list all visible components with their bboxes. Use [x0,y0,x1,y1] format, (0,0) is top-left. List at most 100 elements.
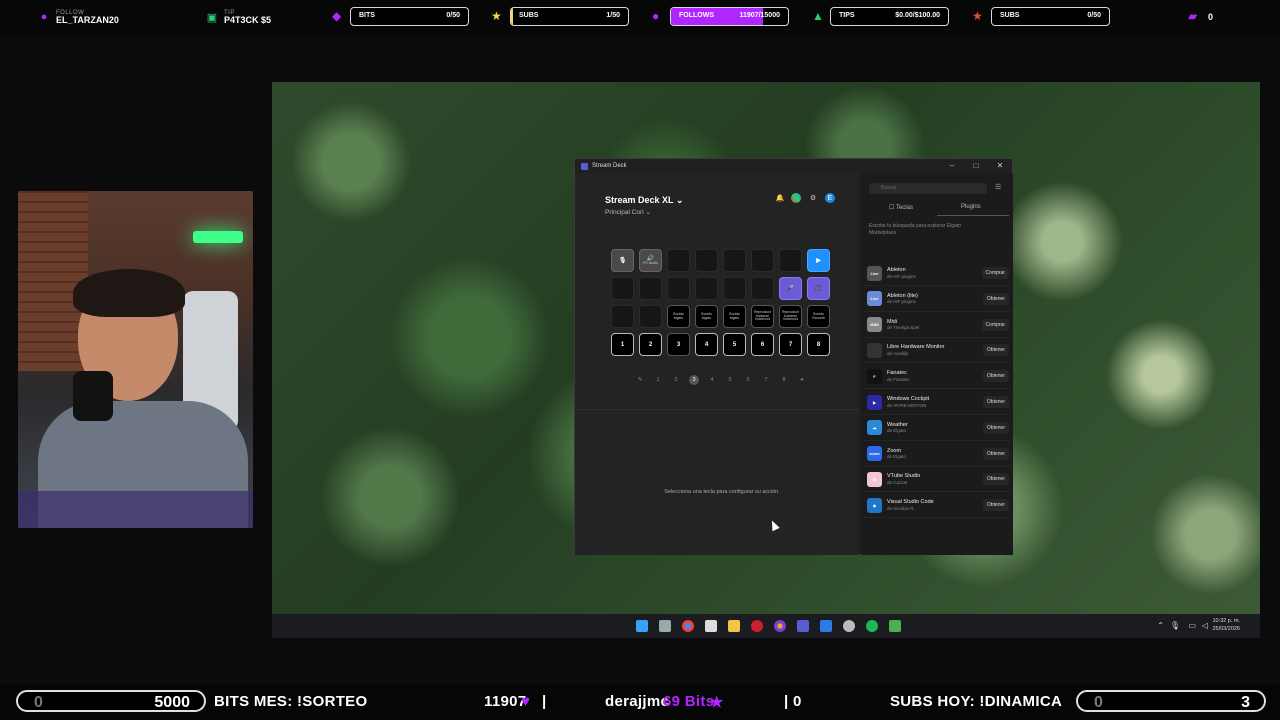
plugin-action-button[interactable]: Obtener [982,344,1009,357]
maximize-button[interactable]: □ [970,161,982,170]
key-sound[interactable]: Sonido elgato [723,305,746,328]
plugin-author: de moeilijk [887,350,909,356]
key-empty[interactable] [667,277,690,300]
profile-selector[interactable]: Principal Cori ⌄ [605,208,651,216]
start-icon[interactable] [636,620,648,632]
plugin-action-button[interactable]: Obtener [982,292,1009,305]
key-empty[interactable] [667,249,690,272]
clock-time: 10:32 p. m. [1212,618,1240,624]
tab-plugins[interactable]: Plugins [961,204,981,210]
key-number[interactable]: 3 [667,333,690,356]
page-button[interactable]: 5 [725,377,735,383]
app-icon[interactable] [889,620,901,632]
volume-icon[interactable]: ◁ [1202,621,1208,630]
plugin-row[interactable]: ◆ Visual Studio Code de Nicollas R. Obtener [863,493,1011,519]
key-number[interactable]: 1 [611,333,634,356]
key-voicemod[interactable]: Reproducir buclarse Voicemod [751,305,774,328]
key-mic[interactable]: 🎙 [611,249,634,272]
key-sound[interactable]: Sonido Escuela [807,305,830,328]
account-icon[interactable]: E [825,193,835,203]
plugin-action-button[interactable]: Obtener [982,370,1009,383]
opera-icon[interactable] [751,620,763,632]
obs-icon[interactable] [843,620,855,632]
bell-icon[interactable]: 🔔 [775,193,785,203]
clock[interactable]: 10:32 p. m. 25/03/2026 [1212,618,1240,633]
add-page-button[interactable]: + [797,377,807,383]
key-label: Sonido elgato [673,312,684,320]
key-empty[interactable] [723,249,746,272]
page-button[interactable]: 7 [761,377,771,383]
spotify-icon[interactable] [866,620,878,632]
store-icon[interactable] [705,620,717,632]
key-sound[interactable]: Sonido elgato [667,305,690,328]
plugin-row[interactable]: Live Ableton (lite) de HiF plugins Obtener [863,287,1011,312]
plugin-action-button[interactable]: Obtener [982,421,1009,434]
money-icon: ▣ [206,11,218,24]
network-icon[interactable]: ▭ [1188,621,1196,630]
plugin-action-button[interactable]: Obtener [982,447,1009,460]
key-empty[interactable] [723,277,746,300]
key-play[interactable]: ▶ [807,249,830,272]
key-number[interactable]: 4 [695,333,718,356]
plugin-action-button[interactable]: Comprar [981,318,1009,331]
app-icon[interactable] [820,620,832,632]
plugin-row[interactable]: ☁ Weather de Elgato Obtener [863,416,1011,441]
task-view-icon[interactable] [659,620,671,632]
key-voice-mic[interactable]: 🎤 [779,277,802,300]
page-button[interactable]: 2 [671,377,681,383]
plugin-name: Weather [887,421,908,428]
page-button-active[interactable]: 3 [689,375,699,385]
plugin-row[interactable]: zoom Zoom de Elgato Obtener [863,442,1011,467]
key-sound[interactable]: Sonido elgato [695,305,718,328]
plugin-row[interactable]: ▶ Windows Cockpit de VIVRE-MOTION Obtener [863,390,1011,415]
tab-keys[interactable]: ☐ Teclas [889,204,913,211]
key-empty[interactable] [639,277,662,300]
plugin-action-button[interactable]: Obtener [982,473,1009,486]
plugin-row[interactable]: MIDI Midi de Trevliga Spel Comprar [863,313,1011,338]
list-view-icon[interactable]: ☰ [995,183,1001,191]
gear-icon[interactable]: ⚙ [808,193,818,203]
page-button[interactable]: 4 [707,377,717,383]
key-number[interactable]: 8 [807,333,830,356]
stream-deck-task-icon[interactable] [797,620,809,632]
key-empty[interactable] [695,249,718,272]
page-button[interactable]: 1 [653,377,663,383]
key-empty[interactable] [779,249,802,272]
key-empty[interactable] [611,305,634,328]
plugin-row[interactable]: Libre Hardware Monitor de moeilijk Obtener [863,338,1011,364]
chevron-up-icon[interactable]: ⌃ [1157,621,1164,630]
goal-subs: SUBS 1/50 [510,7,629,26]
key-empty[interactable] [751,249,774,272]
mic-icon[interactable]: 🎙 [1170,621,1180,630]
chrome-icon[interactable] [682,620,694,632]
search-input[interactable]: Buscar [869,183,987,194]
plugin-row[interactable]: F Fanatec de Fanatec Obtener [863,364,1011,390]
key-headphones[interactable]: 🎧 [807,277,830,300]
pin-icon[interactable]: ✎ [635,377,645,383]
plugin-author: de Cazzar [887,479,908,485]
key-number[interactable]: 7 [779,333,802,356]
folder-icon[interactable] [728,620,740,632]
close-button[interactable]: ✕ [994,161,1006,170]
plugin-icon: ☁ [867,420,882,436]
marketplace-icon[interactable] [791,193,801,203]
key-number[interactable]: 6 [751,333,774,356]
key-voicemod[interactable]: Reproducir buclarse Voicemod [779,305,802,328]
device-selector[interactable]: Stream Deck XL ⌄ [605,195,683,206]
key-number[interactable]: 5 [723,333,746,356]
key-empty[interactable] [695,277,718,300]
plugin-action-button[interactable]: Comprar [981,267,1009,279]
plugin-row[interactable]: Live Ableton de HiF plugins Comprar [863,261,1011,286]
key-empty[interactable] [611,277,634,300]
key-empty[interactable] [639,305,662,328]
page-button[interactable]: 8 [779,377,789,383]
plugin-action-button[interactable]: Obtener [982,396,1009,408]
page-button[interactable]: 6 [743,377,753,383]
minimize-button[interactable]: – [946,161,958,170]
plugin-action-button[interactable]: Obtener [982,499,1009,512]
key-number[interactable]: 2 [639,333,662,356]
key-pc-audio[interactable]: 🔊 PC Audio [639,249,662,272]
browser-icon[interactable] [774,620,786,632]
key-empty[interactable] [751,277,774,300]
plugin-row[interactable]: ✿ VTube Studio de Cazzar Obtener [863,467,1011,493]
